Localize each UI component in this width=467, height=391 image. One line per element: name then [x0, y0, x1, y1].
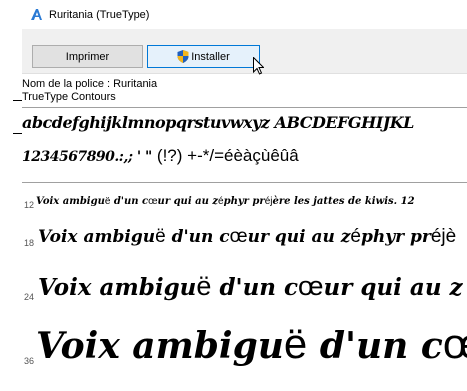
edge-tick: [13, 100, 22, 101]
install-button-label: Installer: [191, 50, 230, 63]
font-viewer-window: Ruritania (TrueType) Imprimer Installer …: [22, 0, 467, 391]
left-edge-strip: [0, 0, 23, 391]
sample-size-label: 36: [24, 356, 35, 366]
sample-size-label: 12: [24, 200, 35, 210]
print-button-label: Imprimer: [65, 50, 110, 63]
shield-icon: [177, 50, 189, 63]
sample-line-18: Voix ambiguë d'un cœur qui au zéphyr pré…: [38, 226, 457, 247]
glyph-digits: 1234567890.:,; ' ": [22, 149, 152, 165]
mouse-cursor-icon: [253, 57, 264, 75]
sample-line-36: Voix ambiguë d'un cœ: [36, 320, 467, 367]
window-title: Ruritania (TrueType): [49, 8, 150, 21]
sample-size-label: 18: [24, 238, 35, 248]
glyph-row-digits: 1234567890.:,; ' " (!?) +-*/=éèàçùêûâ: [22, 146, 299, 166]
sample-line-24: Voix ambiguë d'un cœur qui au z: [38, 271, 463, 301]
font-info: Nom de la police : Ruritania TrueType Co…: [22, 78, 157, 104]
separator: [22, 107, 467, 108]
font-name-line: Nom de la police : Ruritania: [22, 78, 158, 90]
sample-line-12: Voix ambiguë d'un cœur qui au zéphyr pré…: [36, 196, 415, 207]
print-button[interactable]: Imprimer: [32, 45, 143, 68]
separator: [22, 182, 467, 183]
glyph-symbols: (!?) +-*/=éèàçùêûâ: [156, 146, 299, 165]
font-type-line: TrueType Contours: [22, 91, 116, 103]
install-button[interactable]: Installer: [147, 45, 260, 68]
title-bar[interactable]: Ruritania (TrueType): [22, 0, 467, 29]
sample-size-label: 24: [24, 292, 35, 302]
font-app-icon: [31, 9, 42, 20]
glyph-row-letters: abcdefghijklmnopqrstuvwxyz ABCDEFGHIJKL: [22, 113, 414, 132]
toolbar: Imprimer Installer: [22, 29, 467, 74]
edge-tick: [13, 133, 22, 134]
